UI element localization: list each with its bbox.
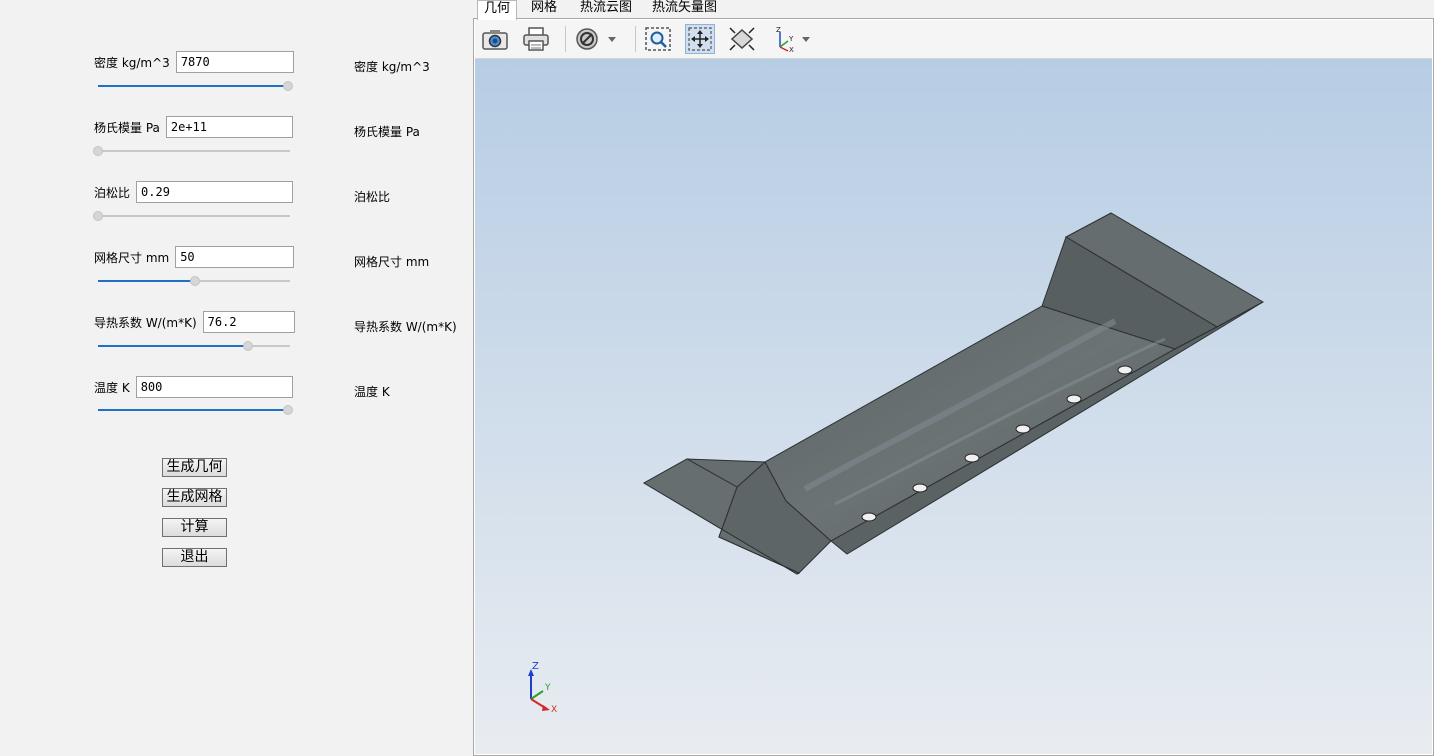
mesh-size-label: 网格尺寸 mm — [94, 250, 170, 265]
viewer-toolbar: Z Y X — [475, 20, 1432, 59]
youngs-modulus-row: 杨氏模量 Pa — [94, 115, 293, 139]
tab-heat-flux-contour[interactable]: 热流云图 — [574, 0, 638, 18]
temperature-label: 温度 K — [94, 380, 130, 395]
temperature-input[interactable] — [135, 376, 293, 398]
axis-z-label: Z — [532, 661, 539, 672]
tab-mesh[interactable]: 网格 — [525, 0, 563, 18]
mesh-size-slider[interactable] — [98, 275, 290, 287]
poisson-ratio-slider[interactable] — [93, 210, 290, 222]
youngs-modulus-echo-label: 杨氏模量 Pa — [354, 125, 420, 139]
hole — [1015, 424, 1031, 434]
poisson-ratio-input[interactable] — [136, 181, 294, 203]
parameter-panel: 密度 kg/m^3 密度 kg/m^3 杨氏模量 Pa 杨氏模量 Pa 泊松比 … — [0, 0, 472, 756]
3d-viewer: Z Y X Z Y X — [473, 18, 1434, 756]
slider-thumb[interactable] — [283, 81, 293, 91]
poisson-ratio-row: 泊松比 — [94, 180, 294, 204]
axis-triad: Z Y X — [528, 661, 557, 715]
youngs-modulus-input[interactable] — [165, 116, 293, 138]
slider-thumb[interactable] — [190, 276, 200, 286]
exit-button[interactable]: 退出 — [162, 548, 227, 567]
mesh-size-row: 网格尺寸 mm — [94, 245, 295, 269]
poisson-ratio-echo-label: 泊松比 — [354, 190, 391, 204]
tab-heat-flux-vector[interactable]: 热流矢量图 — [646, 0, 723, 18]
slider-thumb[interactable] — [93, 211, 103, 221]
thermal-conductivity-echo-label: 导热系数 W/(m*K) — [354, 320, 457, 334]
tab-geometry[interactable]: 几何 — [477, 0, 518, 20]
slider-thumb[interactable] — [283, 405, 293, 415]
hole — [861, 512, 877, 522]
axis-y-label: Y — [544, 683, 551, 693]
hole — [912, 483, 928, 493]
temperature-echo-label: 温度 K — [354, 385, 390, 399]
generate-mesh-button[interactable]: 生成网格 — [162, 488, 227, 507]
density-echo-label: 密度 kg/m^3 — [354, 60, 430, 74]
svg-text:Y: Y — [788, 35, 794, 43]
density-label: 密度 kg/m^3 — [94, 55, 170, 70]
mesh-size-input[interactable] — [175, 246, 295, 268]
print-icon[interactable] — [521, 24, 551, 54]
svg-text:X: X — [789, 46, 794, 53]
poisson-ratio-label: 泊松比 — [94, 185, 131, 200]
camera-icon[interactable] — [480, 24, 510, 54]
pan-icon[interactable] — [685, 24, 715, 54]
geometry-model: Z Y X — [528, 212, 1265, 715]
temperature-row: 温度 K — [94, 375, 293, 399]
hole — [964, 453, 980, 463]
axis-x-label: X — [551, 705, 557, 715]
density-row: 密度 kg/m^3 — [94, 50, 294, 74]
slider-thumb[interactable] — [93, 146, 103, 156]
zoom-box-icon[interactable] — [643, 24, 673, 54]
hole — [1066, 394, 1082, 404]
view-tab-bar: 几何 网格 热流云图 热流矢量图 — [473, 0, 1434, 20]
mesh-size-echo-label: 网格尺寸 mm — [354, 255, 430, 269]
thermal-conductivity-slider[interactable] — [98, 340, 290, 352]
thermal-conductivity-input[interactable] — [202, 311, 295, 333]
density-slider[interactable] — [98, 80, 293, 92]
3d-canvas[interactable]: Z Y X — [475, 59, 1432, 754]
temperature-slider[interactable] — [98, 404, 293, 416]
youngs-modulus-slider[interactable] — [93, 145, 290, 157]
thermal-conductivity-label: 导热系数 W/(m*K) — [94, 315, 197, 330]
generate-geometry-button[interactable]: 生成几何 — [162, 458, 227, 477]
thermal-conductivity-row: 导热系数 W/(m*K) — [94, 310, 295, 334]
slider-thumb[interactable] — [243, 341, 253, 351]
axes-orientation-icon[interactable]: Z Y X — [769, 24, 815, 54]
hole — [1117, 365, 1133, 375]
youngs-modulus-label: 杨氏模量 Pa — [94, 120, 160, 135]
display-mode-icon[interactable] — [573, 24, 619, 54]
svg-text:Z: Z — [776, 26, 781, 34]
density-input[interactable] — [175, 51, 294, 73]
compute-button[interactable]: 计算 — [162, 518, 227, 537]
fit-all-icon[interactable] — [727, 24, 757, 54]
